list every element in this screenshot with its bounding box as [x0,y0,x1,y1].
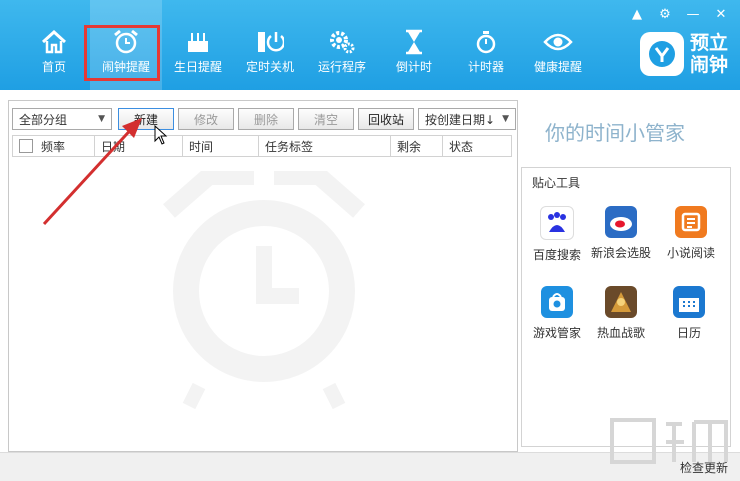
tool-sina-stock[interactable]: 新浪会选股 [586,206,656,261]
tool-hot-blood-game[interactable]: 热血战歌 [586,286,656,341]
column-time[interactable]: 时间 [183,136,259,156]
power-icon [255,28,285,56]
mouse-cursor-icon [154,125,168,145]
birthday-cake-icon [183,28,213,56]
column-status[interactable]: 状态 [443,136,511,156]
nav-item-shutdown[interactable]: 定时关机 [234,0,306,90]
tool-baidu-search[interactable]: 百度搜索 [522,206,592,263]
column-label: 时间 [189,139,214,154]
select-all-checkbox[interactable] [19,139,33,153]
logo-line-2: 闹钟 [689,54,728,76]
novel-icon [675,206,707,238]
tools-title: 贴心工具 [532,176,581,190]
home-icon [39,28,69,56]
game-bag-icon [541,286,573,318]
column-task-label[interactable]: 任务标签 [259,136,391,156]
logo-clock-icon [639,32,684,76]
tool-label: 新浪会选股 [590,246,651,260]
nav-item-label: 运行程序 [317,60,366,74]
chevron-down-icon: ▼ [502,114,509,124]
tools-panel: 贴心工具 百度搜索 新浪会选股 小说阅读 游戏管家 热血战歌 日历 [521,167,731,447]
tool-label: 日历 [676,326,701,340]
tool-game-manager[interactable]: 游戏管家 [522,286,592,341]
nav-item-label: 生日提醒 [173,60,222,74]
annotation-arrow-icon [42,118,142,226]
column-label: 任务标签 [265,139,314,154]
side-slogan: 你的时间小管家 [545,121,685,145]
hourglass-icon [399,28,429,56]
nav-item-timer[interactable]: 计时器 [450,0,522,90]
eye-icon [543,28,573,56]
stopwatch-icon [471,28,501,56]
sort-select-value: 按创建日期↓ [425,112,496,127]
alarm-clock-watermark-icon [163,171,365,410]
nav-item-birthday[interactable]: 生日提醒 [162,0,234,90]
tool-calendar[interactable]: 日历 [654,286,724,341]
nav-item-label: 倒计时 [395,60,432,74]
top-navigation-bar: 首页 闹钟提醒 生日提醒 定时关机 运行程序 倒计时 计时器 健康提醒 ▲ ⚙ … [0,0,740,90]
logo-line-1: 预立 [689,32,728,54]
tool-label: 百度搜索 [532,248,581,262]
annotation-highlight-box [84,25,160,81]
tool-novel-reading[interactable]: 小说阅读 [656,206,726,261]
skin-icon[interactable]: ▲ [628,6,646,22]
tool-label: 小说阅读 [666,246,715,260]
sort-select[interactable]: 按创建日期↓ ▼ [418,108,516,130]
recycle-bin-button[interactable]: 回收站 [358,108,414,130]
game-avatar-icon [605,286,637,318]
baidu-icon [540,206,574,240]
logo-text: 预立 闹钟 [690,32,728,76]
nav-item-label: 计时器 [467,60,504,74]
calendar-icon [673,286,705,318]
minimize-icon[interactable]: — [684,6,702,22]
column-remaining[interactable]: 剩余 [391,136,443,156]
nav-item-label: 定时关机 [245,60,294,74]
nav-item-countdown[interactable]: 倒计时 [378,0,450,90]
sina-icon [605,206,637,238]
edit-button[interactable]: 修改 [178,108,234,130]
gears-icon [327,28,357,56]
nav-item-run-program[interactable]: 运行程序 [306,0,378,90]
nav-item-home[interactable]: 首页 [18,0,90,90]
column-label: 状态 [449,139,474,154]
nav-item-label: 首页 [41,60,66,74]
tool-label: 热血战歌 [596,326,645,340]
site-watermark-logo [610,418,728,464]
column-label: 剩余 [397,139,422,154]
nav-item-health[interactable]: 健康提醒 [522,0,594,90]
app-logo: 预立 闹钟 [639,32,728,76]
clear-button[interactable]: 清空 [298,108,354,130]
window-controls: ▲ ⚙ — ✕ [628,6,730,22]
gear-icon[interactable]: ⚙ [656,6,674,22]
delete-button[interactable]: 删除 [238,108,294,130]
tool-label: 游戏管家 [532,326,581,340]
nav-item-label: 健康提醒 [533,60,582,74]
close-icon[interactable]: ✕ [712,6,730,22]
